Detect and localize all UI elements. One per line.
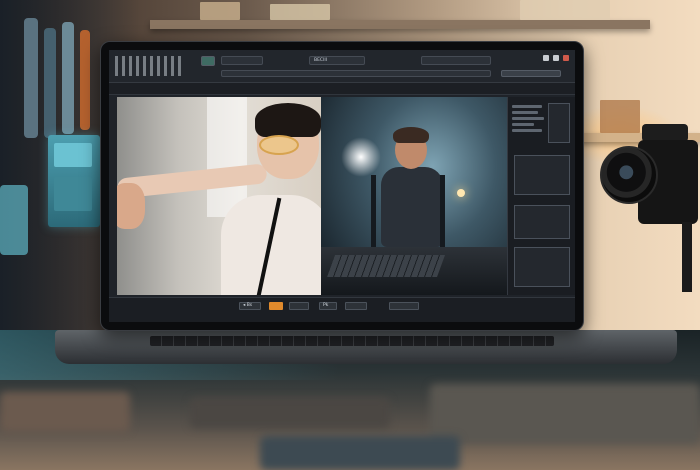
audio-meter[interactable]: [514, 155, 570, 195]
studio-monitor: [48, 135, 100, 227]
inspector-line: [512, 123, 534, 126]
maximize-icon[interactable]: [553, 55, 559, 61]
foreground-object: [430, 384, 700, 444]
person-hand: [117, 183, 145, 229]
camera-tripod: [682, 222, 692, 292]
keyboard: [326, 255, 446, 277]
shelf-object: [200, 2, 240, 20]
tool-icon[interactable]: [201, 56, 215, 66]
timeline-ruler[interactable]: [221, 70, 491, 77]
transport-button[interactable]: [345, 302, 367, 310]
source-preview-panel[interactable]: [117, 97, 321, 295]
inspector-line: [512, 129, 542, 132]
inspector-line: [512, 111, 538, 114]
toolbar-controls[interactable]: [501, 70, 561, 77]
app-toolbar: BECIII: [109, 50, 575, 83]
toolbar-field[interactable]: BECIII: [309, 56, 365, 65]
foreground-object: [260, 436, 460, 470]
color-controls[interactable]: [514, 205, 570, 239]
person-hair: [393, 127, 429, 143]
minimize-icon[interactable]: [543, 55, 549, 61]
effect-controls[interactable]: [514, 247, 570, 287]
menu-grid-icon[interactable]: [115, 56, 185, 76]
settings-icon[interactable]: [389, 302, 419, 310]
inspector-controls[interactable]: [548, 103, 570, 143]
app-subbar: [109, 83, 575, 95]
studio-equipment: [0, 185, 28, 255]
play-icon[interactable]: [289, 302, 309, 310]
studio-equipment: [24, 18, 38, 138]
back-button[interactable]: ◂ Bs: [239, 302, 261, 310]
glasses: [259, 135, 299, 155]
studio-equipment: [62, 22, 74, 134]
record-icon[interactable]: [269, 302, 283, 310]
shelf-object: [270, 4, 330, 20]
editing-app-window: BECIII ◂ Bs Pk: [109, 50, 575, 322]
transport-bar: ◂ Bs Pk: [109, 297, 575, 322]
inspector-line: [512, 117, 544, 120]
foreground-object: [190, 398, 390, 428]
inspector-line: [512, 105, 542, 108]
close-icon[interactable]: [563, 55, 569, 61]
person-hair: [255, 103, 321, 137]
toolbar-field[interactable]: [421, 56, 491, 65]
laptop-display: BECIII ◂ Bs Pk: [100, 41, 584, 331]
studio-equipment: [80, 30, 90, 130]
wall-shelf: [150, 20, 650, 29]
foreground-object: [0, 392, 130, 432]
video-camera: [600, 118, 700, 292]
toolbar-field[interactable]: [221, 56, 263, 65]
program-preview-panel[interactable]: [321, 97, 507, 295]
studio-light: [341, 137, 381, 177]
shelf-object: [520, 0, 610, 20]
pk-button[interactable]: Pk: [319, 302, 337, 310]
laptop-keyboard: [150, 336, 554, 346]
studio-equipment: [44, 28, 56, 138]
lamp: [457, 189, 465, 197]
inspector-panel: [507, 97, 575, 295]
camera-lens: [600, 146, 658, 204]
